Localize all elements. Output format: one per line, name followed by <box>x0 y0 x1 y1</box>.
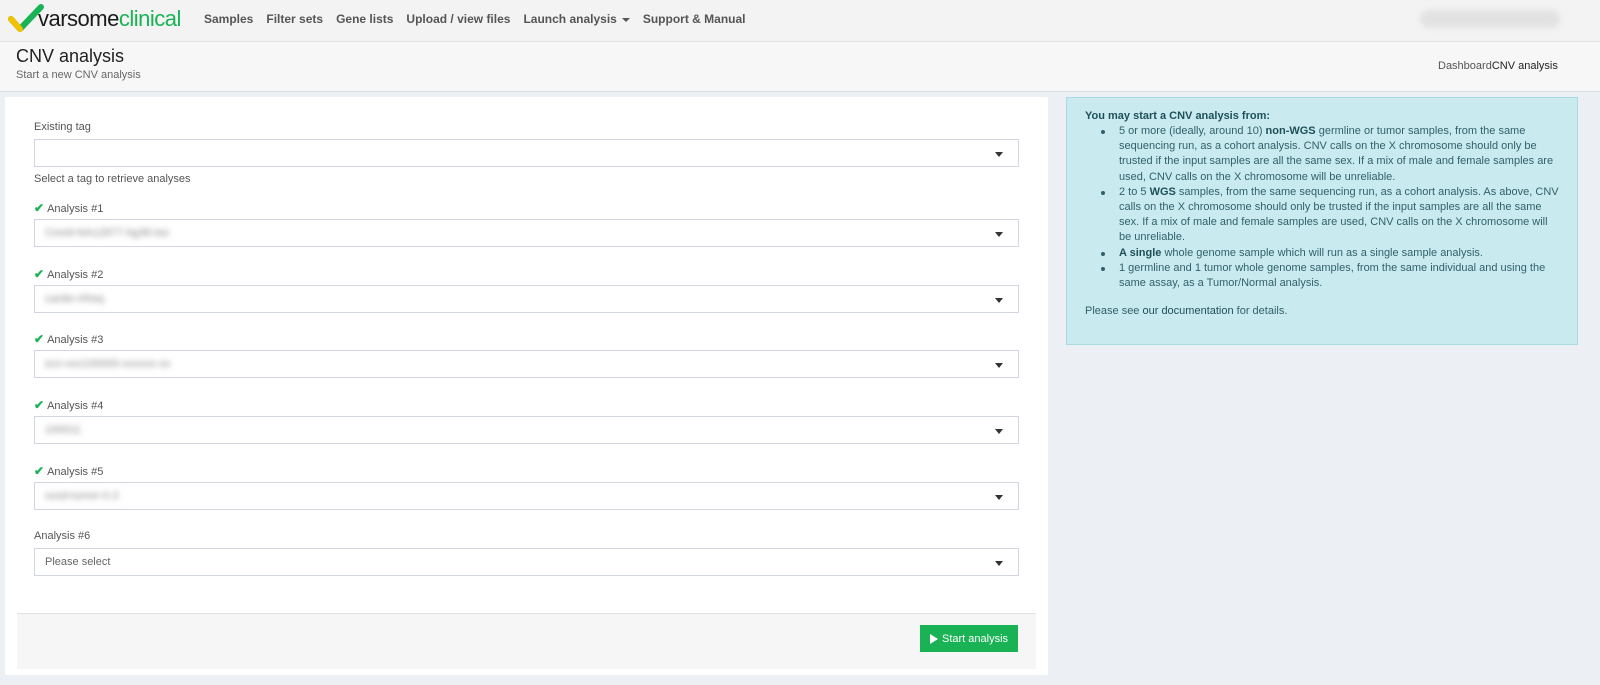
info-item-bold: non-WGS <box>1265 125 1316 137</box>
page-title: CNV analysis <box>16 46 125 66</box>
cnv-form: Existing tag Select a tag to retrieve an… <box>5 97 1048 675</box>
play-icon <box>929 633 938 644</box>
top-navbar: varsomeclinical Samples Filter sets Gene… <box>0 0 1600 42</box>
analysis-6-placeholder: Please select <box>45 556 111 568</box>
check-icon: ✔ <box>34 332 45 346</box>
breadcrumb-current: CNV analysis <box>1491 60 1558 72</box>
page-subtitle: Start a new CNV analysis <box>16 69 141 81</box>
existing-tag-select[interactable] <box>34 139 1019 167</box>
info-title: You may start a CNV analysis from: <box>1085 110 1271 122</box>
nav-upload-files[interactable]: Upload / view files <box>406 12 510 26</box>
analysis-5-label: ✔ Analysis #5 <box>34 464 103 478</box>
check-icon: ✔ <box>34 267 45 281</box>
info-footnote: Please see our documentation for details… <box>1085 304 1287 319</box>
analysis-1-select[interactable]: Covid-NA12877-hg38-tso <box>34 219 1019 247</box>
breadcrumb: DashboardCNV analysis <box>1438 60 1558 72</box>
analysis-4-select[interactable]: 100011 <box>34 416 1019 444</box>
analysis-5-value: xxxd-tumor-0.3 <box>45 490 119 502</box>
check-icon: ✔ <box>34 398 45 412</box>
dropdown-arrow-icon <box>995 298 1003 303</box>
info-item-text: 2 to 5 <box>1119 185 1150 198</box>
nav-samples[interactable]: Samples <box>204 12 253 26</box>
nav-launch-analysis-label: Launch analysis <box>523 12 617 26</box>
user-menu[interactable] <box>1420 10 1560 28</box>
analysis-3-select[interactable]: scn-xxx100000-xxxxxx-xx <box>34 350 1019 378</box>
check-icon: ✔ <box>34 201 45 215</box>
analysis-2-select[interactable]: cardio trfreq <box>34 285 1019 313</box>
dropdown-arrow-icon <box>995 495 1003 500</box>
content-header: CNV analysis Start a new CNV analysis Da… <box>0 42 1600 92</box>
analysis-5-label-text: Analysis #5 <box>47 466 104 478</box>
analysis-1-label: ✔ Analysis #1 <box>34 201 103 215</box>
analysis-5-select[interactable]: xxxd-tumor-0.3 <box>34 482 1019 510</box>
info-item-text: 1 germline and 1 tumor whole genome samp… <box>1119 261 1546 290</box>
info-item-wgs: 2 to 5 WGS samples, from the same sequen… <box>1101 185 1561 246</box>
analysis-2-label-text: Analysis #2 <box>47 269 104 281</box>
info-foot-text: for details. <box>1233 305 1288 317</box>
info-item-bold: WGS <box>1149 185 1176 198</box>
analysis-6-select[interactable]: Please select <box>34 548 1019 576</box>
start-analysis-button[interactable]: Start analysis <box>920 625 1018 652</box>
documentation-link[interactable]: our documentation <box>1142 305 1233 317</box>
analysis-3-value: scn-xxx100000-xxxxxx-xx <box>45 358 171 370</box>
dropdown-arrow-icon <box>995 152 1003 157</box>
form-footer: Start analysis <box>17 613 1036 669</box>
nav-launch-analysis[interactable]: Launch analysis <box>523 12 630 26</box>
info-item-text: whole genome sample which will run as a … <box>1161 246 1483 259</box>
nav-support-manual[interactable]: Support & Manual <box>643 12 746 26</box>
caret-down-icon <box>621 17 630 22</box>
app-logo[interactable]: varsomeclinical <box>8 4 188 34</box>
info-item-text: samples, from the same sequencing run, a… <box>1119 185 1559 244</box>
start-analysis-label: Start analysis <box>941 632 1009 645</box>
analysis-3-label: ✔ Analysis #3 <box>34 332 103 346</box>
analysis-2-value: cardio trfreq <box>45 293 104 305</box>
tag-help-text: Select a tag to retrieve analyses <box>34 173 191 185</box>
nav-filter-sets[interactable]: Filter sets <box>266 12 323 26</box>
breadcrumb-dashboard[interactable]: Dashboard <box>1438 60 1492 72</box>
analysis-4-label: ✔ Analysis #4 <box>34 398 103 412</box>
analysis-4-label-text: Analysis #4 <box>47 400 104 412</box>
info-item-non-wgs: 5 or more (ideally, around 10) non-WGS g… <box>1101 124 1561 185</box>
main-nav: Samples Filter sets Gene lists Upload / … <box>204 0 759 38</box>
info-list: 5 or more (ideally, around 10) non-WGS g… <box>1101 124 1561 291</box>
dropdown-arrow-icon <box>995 363 1003 368</box>
info-callout: You may start a CNV analysis from: 5 or … <box>1066 97 1578 345</box>
analysis-4-value: 100011 <box>45 424 81 436</box>
check-icon: ✔ <box>34 464 45 478</box>
analysis-6-label: Analysis #6 <box>34 530 91 542</box>
analysis-2-label: ✔ Analysis #2 <box>34 267 103 281</box>
logo-text: varsomeclinical <box>38 6 181 31</box>
info-item-text: 5 or more (ideally, around 10) <box>1119 125 1266 137</box>
info-item-tumor-normal: 1 germline and 1 tumor whole genome samp… <box>1101 261 1561 291</box>
existing-tag-label: Existing tag <box>34 121 91 133</box>
nav-gene-lists[interactable]: Gene lists <box>336 12 393 26</box>
dropdown-arrow-icon <box>995 561 1003 566</box>
analysis-1-value: Covid-NA12877-hg38-tso <box>45 227 170 239</box>
analysis-1-label-text: Analysis #1 <box>47 203 104 215</box>
info-item-bold: A single <box>1119 246 1162 259</box>
dropdown-arrow-icon <box>995 232 1003 237</box>
dropdown-arrow-icon <box>995 429 1003 434</box>
info-foot-text: Please see <box>1085 305 1143 317</box>
analysis-3-label-text: Analysis #3 <box>47 334 104 346</box>
info-item-single: A single whole genome sample which will … <box>1101 246 1561 261</box>
